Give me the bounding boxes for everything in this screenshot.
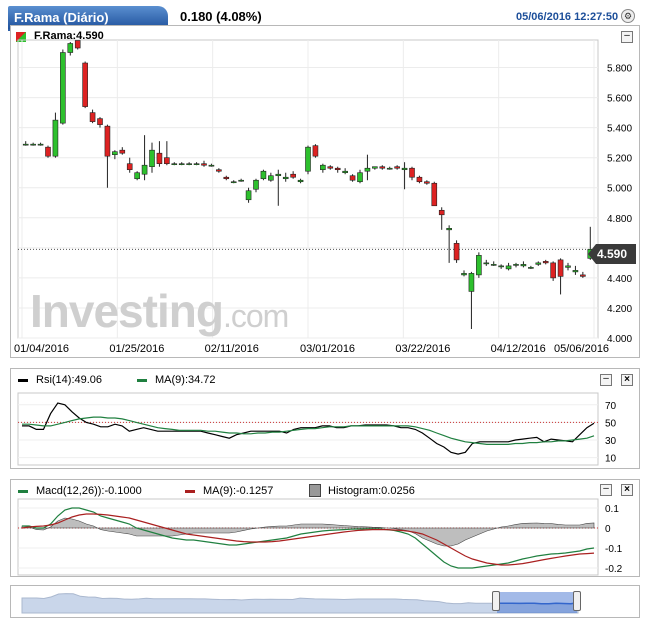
navigator-right-handle[interactable] (573, 591, 581, 611)
navigator-chart (21, 592, 579, 614)
navigator-left-handle[interactable] (492, 591, 500, 611)
